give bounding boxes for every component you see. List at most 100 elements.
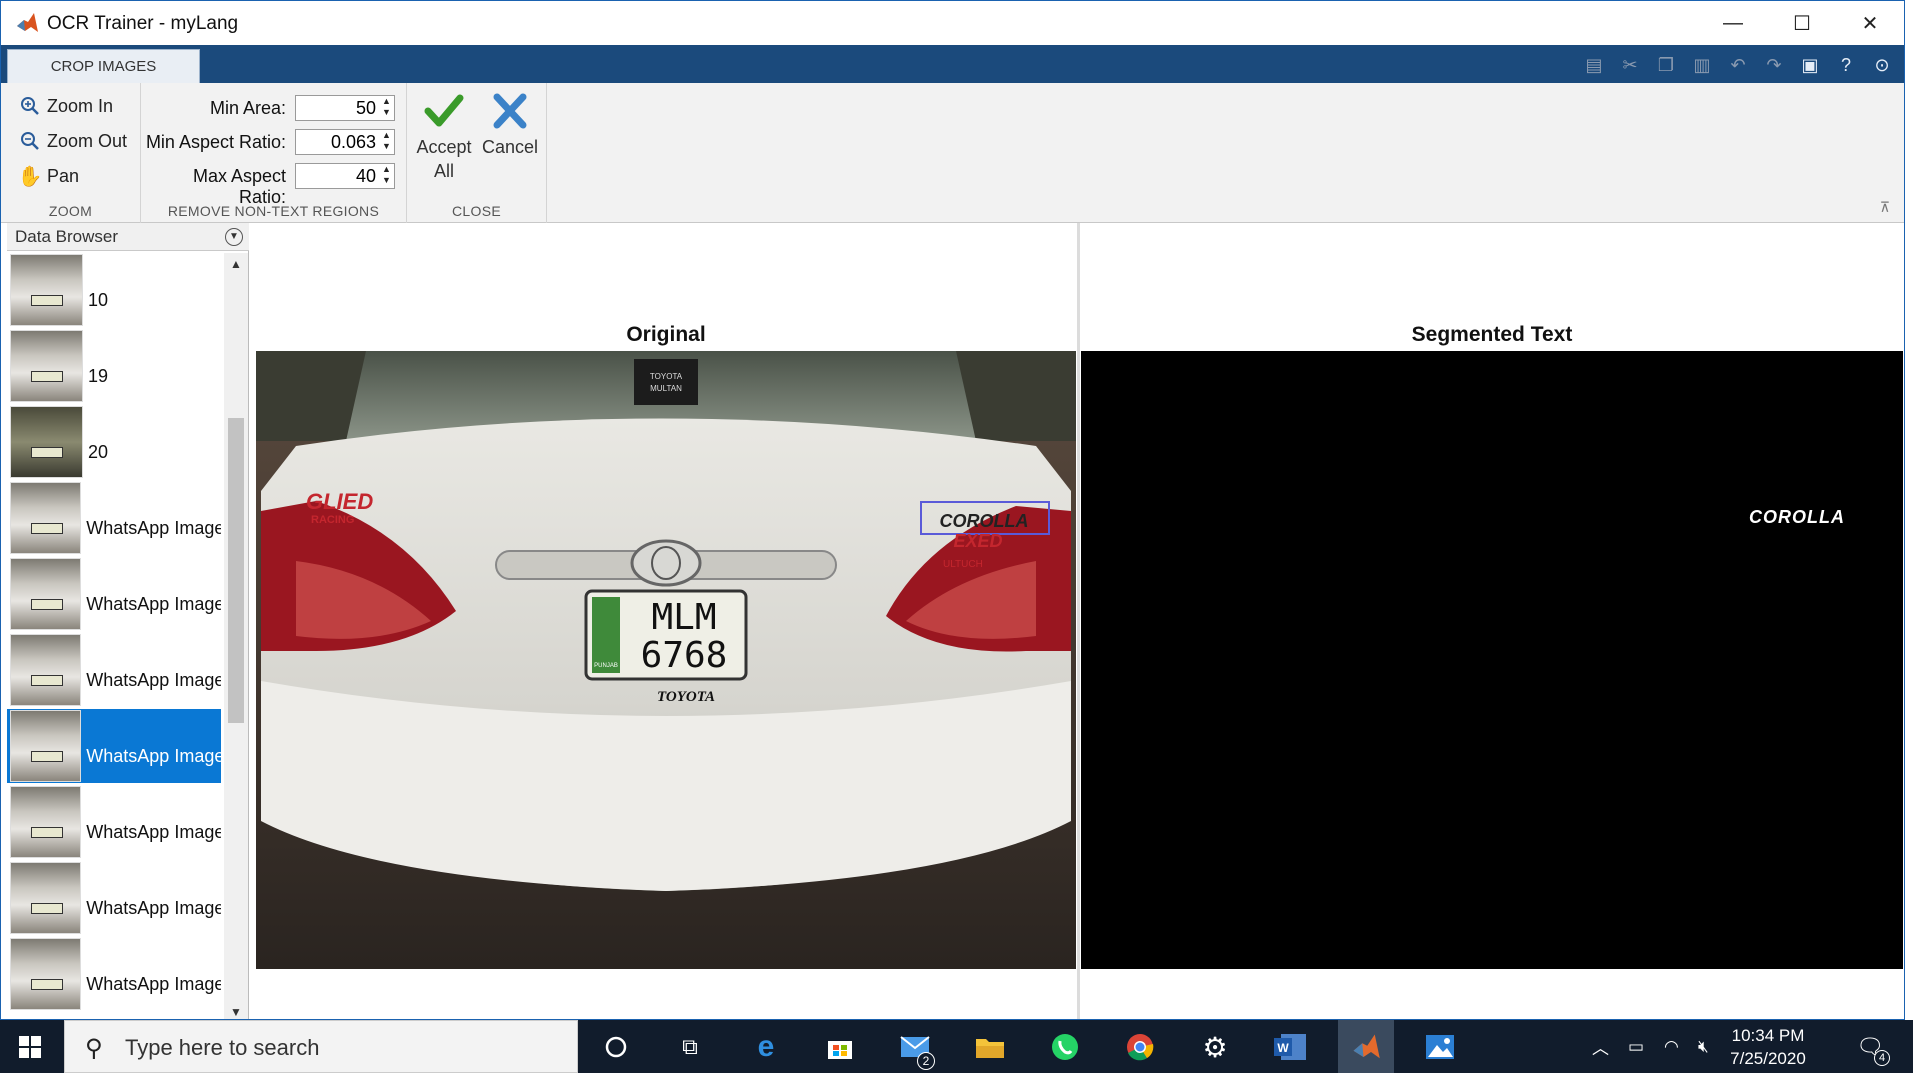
zoom-in-icon bbox=[19, 95, 41, 117]
undo-icon[interactable]: ↶ bbox=[1724, 52, 1752, 78]
data-browser-header: Data Browser ▼ bbox=[7, 223, 249, 251]
plate-line2: 6768 bbox=[641, 635, 728, 676]
zoom-group-label: ZOOM bbox=[48, 203, 93, 219]
speaker-muted-icon[interactable]: 🔇︎ bbox=[1698, 1020, 1709, 1073]
tray-overflow-icon[interactable]: ︿ bbox=[1592, 1020, 1609, 1073]
list-item[interactable]: WhatsApp Image bbox=[7, 633, 221, 707]
brand-badge-text: GLIED bbox=[306, 489, 373, 514]
vertical-scrollbar[interactable]: ▲ ▼ bbox=[224, 253, 248, 1019]
max-aspect-ratio-spinner[interactable]: 40 ▲ ▼ bbox=[295, 163, 395, 189]
mail-icon[interactable]: 2 bbox=[895, 1028, 935, 1070]
scrollbar-thumb[interactable] bbox=[228, 418, 244, 723]
list-item[interactable]: WhatsApp Image bbox=[7, 861, 221, 935]
zoom-out-label: Zoom Out bbox=[47, 130, 128, 151]
windows-logo-icon bbox=[19, 1035, 41, 1058]
trim-badge-text: EXED bbox=[953, 531, 1002, 551]
edge-browser-icon[interactable]: e bbox=[746, 1028, 786, 1066]
spinner-arrows-icon[interactable]: ▲ ▼ bbox=[379, 130, 394, 154]
layout-icon[interactable]: ▣ bbox=[1796, 52, 1824, 78]
chevron-down-icon[interactable]: ▼ bbox=[225, 228, 243, 246]
task-view-icon[interactable]: ⧉ bbox=[670, 1028, 710, 1066]
pan-button[interactable]: ✋ Pan bbox=[17, 165, 79, 188]
tab-crop-images[interactable]: CROP IMAGES bbox=[7, 49, 200, 83]
notification-badge: 4 bbox=[1874, 1050, 1890, 1066]
file-explorer-icon[interactable] bbox=[970, 1028, 1010, 1066]
cortana-icon[interactable] bbox=[596, 1028, 636, 1066]
cancel-button[interactable]: Cancel bbox=[479, 93, 541, 159]
plate-brand-text: TOYOTA bbox=[657, 689, 715, 705]
cancel-label: Cancel bbox=[481, 137, 539, 157]
maximize-button[interactable]: ☐ bbox=[1768, 1, 1836, 45]
original-image[interactable]: TOYOTA MULTAN GLIED RACING COROLLA EXED … bbox=[256, 351, 1076, 969]
list-item[interactable]: WhatsApp Image bbox=[7, 785, 221, 859]
pane-divider[interactable] bbox=[1077, 223, 1080, 1019]
mail-badge: 2 bbox=[917, 1052, 935, 1070]
list-item[interactable]: 10 bbox=[7, 253, 221, 327]
notification-center-icon[interactable]: 🗨︎ 4 bbox=[1856, 1020, 1890, 1073]
data-browser-panel: Data Browser ▼ 10 19 20 WhatsApp Image W… bbox=[7, 223, 249, 1019]
minimize-button[interactable]: — bbox=[1699, 1, 1767, 45]
accept-label-line1: Accept bbox=[416, 137, 472, 157]
segmented-image[interactable]: COROLLA bbox=[1081, 351, 1903, 969]
max-aspect-ratio-value: 40 bbox=[355, 166, 376, 186]
taskbar-search-box[interactable]: ⚲ Type here to search bbox=[64, 1020, 578, 1073]
title-bar[interactable]: OCR Trainer - myLang — ☐ ✕ bbox=[1, 1, 1904, 45]
min-area-value: 50 bbox=[355, 98, 376, 118]
segmented-pane-title: Segmented Text bbox=[1411, 323, 1573, 346]
thumbnail-image bbox=[10, 786, 82, 858]
model-badge-text: COROLLA bbox=[940, 511, 1029, 531]
list-item-label: WhatsApp Image bbox=[86, 669, 221, 690]
cut-icon[interactable]: ✂ bbox=[1616, 52, 1644, 78]
help-icon[interactable]: ? bbox=[1832, 52, 1860, 78]
matlab-taskbar-icon[interactable] bbox=[1338, 1020, 1394, 1073]
spinner-arrows-icon[interactable]: ▲ ▼ bbox=[379, 164, 394, 188]
accept-label-line2: All bbox=[433, 161, 454, 181]
close-group-label: CLOSE bbox=[452, 203, 501, 219]
close-window-button[interactable]: ✕ bbox=[1836, 1, 1904, 45]
zoom-out-button[interactable]: Zoom Out bbox=[19, 130, 127, 152]
taskbar-clock[interactable]: 10:34 PM 7/25/2020 bbox=[1713, 1024, 1823, 1070]
options-icon[interactable]: ⊙ bbox=[1868, 52, 1896, 78]
list-item-label: WhatsApp Image bbox=[86, 593, 221, 614]
list-item-label: WhatsApp Image bbox=[86, 821, 221, 842]
list-item[interactable]: 19 bbox=[7, 329, 221, 403]
plate-region-text: PUNJAB bbox=[594, 663, 618, 669]
photos-icon[interactable] bbox=[1420, 1028, 1460, 1066]
hand-icon: ✋ bbox=[17, 165, 43, 188]
list-item-label: WhatsApp Image bbox=[86, 745, 221, 766]
settings-gear-icon[interactable]: ⚙ bbox=[1195, 1028, 1235, 1066]
scroll-down-icon[interactable]: ▼ bbox=[224, 1005, 248, 1019]
list-item[interactable]: WhatsApp Image bbox=[7, 481, 221, 555]
window-title: OCR Trainer - myLang bbox=[47, 13, 239, 34]
list-item[interactable]: 20 bbox=[7, 405, 221, 479]
list-item-selected[interactable]: WhatsApp Image bbox=[7, 709, 221, 783]
redo-icon[interactable]: ↷ bbox=[1760, 52, 1788, 78]
paste-icon[interactable]: ▥ bbox=[1688, 52, 1716, 78]
list-item[interactable]: WhatsApp Image bbox=[7, 557, 221, 631]
store-icon[interactable] bbox=[820, 1028, 860, 1066]
sticker-text: TOYOTA bbox=[650, 372, 683, 381]
list-item[interactable]: WhatsApp Image bbox=[7, 937, 221, 1011]
collapse-ribbon-icon[interactable]: ⊼ bbox=[1880, 199, 1890, 216]
wifi-icon[interactable]: ◠ bbox=[1664, 1020, 1679, 1073]
word-icon[interactable]: W bbox=[1270, 1028, 1310, 1066]
accept-all-button[interactable]: Accept All bbox=[411, 93, 477, 183]
min-area-spinner[interactable]: 50 ▲ ▼ bbox=[295, 95, 395, 121]
list-item-label: WhatsApp Image bbox=[86, 517, 221, 538]
spinner-arrows-icon[interactable]: ▲ ▼ bbox=[379, 96, 394, 120]
copy-icon[interactable]: ❐ bbox=[1652, 52, 1680, 78]
chrome-icon[interactable] bbox=[1120, 1028, 1160, 1066]
original-pane-title: Original bbox=[626, 323, 706, 346]
max-aspect-ratio-label: Max Aspect Ratio: bbox=[192, 166, 286, 207]
list-item-label: WhatsApp Image bbox=[86, 897, 221, 918]
whatsapp-icon[interactable] bbox=[1045, 1028, 1085, 1066]
thumbnail-image bbox=[10, 482, 82, 554]
battery-icon[interactable]: ▭ bbox=[1628, 1020, 1644, 1073]
zoom-in-button[interactable]: Zoom In bbox=[19, 95, 113, 117]
min-aspect-ratio-spinner[interactable]: 0.063 ▲ ▼ bbox=[295, 129, 395, 155]
save-icon[interactable]: ▤ bbox=[1580, 52, 1608, 78]
scroll-up-icon[interactable]: ▲ bbox=[224, 257, 248, 271]
start-button[interactable] bbox=[0, 1020, 60, 1073]
quick-access-toolbar: ▤ ✂ ❐ ▥ ↶ ↷ ▣ ? ⊙ bbox=[1580, 51, 1896, 79]
min-aspect-ratio-label: Min Aspect Ratio: bbox=[145, 132, 286, 152]
